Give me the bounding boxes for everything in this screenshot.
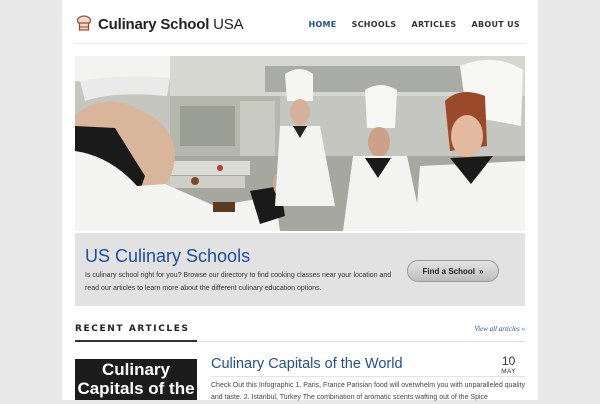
article-date: 10 MAY <box>501 354 516 376</box>
intro-panel: US Culinary Schools Is culinary school r… <box>75 233 525 306</box>
chef-hat-icon <box>76 15 92 31</box>
date-day: 10 <box>501 354 516 368</box>
recent-articles-heading: RECENT ARTICLES <box>75 324 190 334</box>
find-a-school-button[interactable]: Find a School » <box>407 260 499 282</box>
thumbnail-text: Culinary Capitals of the World <box>77 360 195 400</box>
hero-image <box>75 56 525 231</box>
intro-title: US Culinary Schools <box>85 246 251 266</box>
view-all-articles-link[interactable]: View all articles » <box>474 325 525 333</box>
article-thumbnail[interactable]: Culinary Capitals of the World <box>75 359 197 400</box>
heading-underline <box>75 340 197 342</box>
double-arrow-icon: » <box>479 266 484 276</box>
nav-articles[interactable]: ARTICLES <box>411 20 456 29</box>
site-logo[interactable]: Culinary School USA <box>76 13 244 35</box>
header-divider <box>74 43 526 44</box>
find-a-school-label: Find a School <box>422 266 475 276</box>
nav-about-us[interactable]: ABOUT US <box>472 20 521 29</box>
nav-home[interactable]: HOME <box>308 20 336 29</box>
logo-text: Culinary School USA <box>98 15 244 33</box>
article-title-link[interactable]: Culinary Capitals of the World <box>211 356 403 372</box>
article-divider <box>211 376 525 377</box>
intro-description: Is culinary school right for you? Browse… <box>85 272 392 292</box>
nav-schools[interactable]: SCHOOLS <box>352 20 397 29</box>
date-month: MAY <box>501 368 516 375</box>
main-nav: HOME SCHOOLS ARTICLES ABOUT US <box>308 20 520 29</box>
section-divider <box>197 341 525 342</box>
article-excerpt: Check Out this Infographic 1. Paris, Fra… <box>211 382 525 401</box>
page-container: Culinary School USA HOME SCHOOLS ARTICLE… <box>62 0 538 401</box>
